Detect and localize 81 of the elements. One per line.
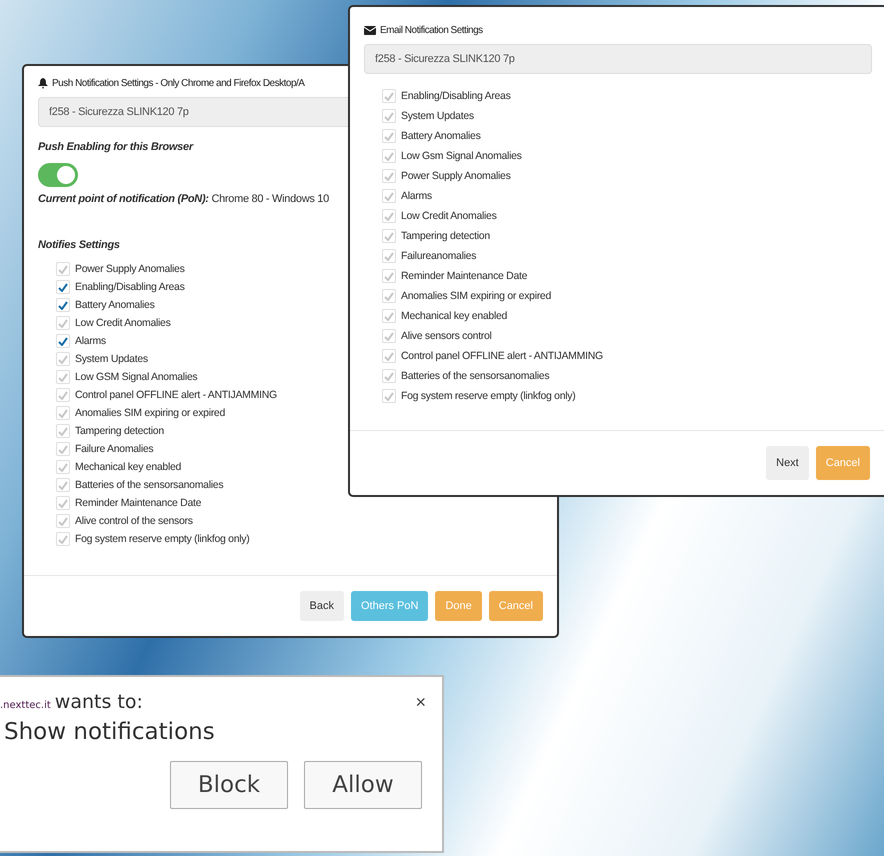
checkbox[interactable] [56,388,70,402]
dialog-button[interactable]: Next [766,446,809,480]
checkbox-label: Enabling/Disabling Areas [75,281,185,293]
checkbox-label: Failure Anomalies [75,443,154,455]
checkbox-label: Low GSM Signal Anomalies [75,371,198,383]
checkbox-label: Fog system reserve empty (linkfog only) [401,390,576,402]
checkbox[interactable] [56,406,70,420]
checkbox[interactable] [382,169,396,183]
checkbox-label: Mechanical key enabled [401,310,508,322]
checkbox[interactable] [56,460,70,474]
checkbox[interactable] [382,269,396,283]
bell-icon [38,78,48,89]
push-enabling-label: Push Enabling for this Browser [38,141,195,153]
dialog-title: Push Notification Settings - Only Chrome and Firefox Desktop/A [52,78,304,89]
checkbox[interactable] [56,298,70,312]
checkbox[interactable] [382,89,396,103]
checkbox[interactable] [56,334,70,348]
checkbox-label: Anomalies SIM expiring or expired [401,290,552,302]
popup-button[interactable]: Allow [304,761,422,809]
checkbox-label: Low Credit Anomalies [75,317,171,329]
checkbox[interactable] [56,316,70,330]
checkbox-label: Battery Anomalies [401,130,481,142]
checkbox[interactable] [56,532,70,546]
checkbox-label: System Updates [75,353,148,365]
dialog-button[interactable]: Back [300,591,344,621]
checkbox-label: Tampering detection [401,230,490,242]
device-field[interactable]: f258 - Sicurezza SLINK120 7p [364,44,872,74]
checkbox[interactable] [382,309,396,323]
checkbox[interactable] [382,209,396,223]
checkbox-label: Tampering detection [75,425,164,437]
checkbox-label: Low Credit Anomalies [401,210,497,222]
checkbox[interactable] [382,189,396,203]
checkbox-label: Mechanical key enabled [75,461,182,473]
checkbox-label: Power Supply Anomalies [75,263,185,275]
pon-label: Current point of notification (PoN): [38,193,209,205]
checkbox[interactable] [56,442,70,456]
checkbox[interactable] [56,262,70,276]
checkbox[interactable] [56,496,70,510]
checkbox[interactable] [56,424,70,438]
checkbox[interactable] [382,349,396,363]
checkbox-label: Batteries of the sensorsanomalies [75,479,224,491]
checkbox-label: Fog system reserve empty (linkfog only) [75,533,250,545]
checkbox-label: System Updates [401,110,474,122]
close-button[interactable]: × [415,692,426,713]
checkbox-label: Alarms [401,190,432,202]
popup-button[interactable]: Block [170,761,288,809]
checkbox-label: Low Gsm Signal Anomalies [401,150,522,162]
checkbox[interactable] [56,478,70,492]
checkbox-label: Battery Anomalies [75,299,155,311]
site-name: .nexttec.it [0,700,51,711]
checkbox[interactable] [382,329,396,343]
checkbox[interactable] [382,289,396,303]
checkbox-label: Alive sensors control [401,330,492,342]
popup-heading: wants to: [54,691,143,713]
checkbox-label: Anomalies SIM expiring or expired [75,407,226,419]
checkbox[interactable] [56,514,70,528]
checkbox[interactable] [56,352,70,366]
checkbox-label: Reminder Maintenance Date [75,497,202,509]
pon-value: Chrome 80 - Windows 10 [211,193,329,205]
checkbox-label: Reminder Maintenance Date [401,270,528,282]
checkbox[interactable] [382,249,396,263]
envelope-icon [364,26,376,35]
checkbox[interactable] [382,389,396,403]
checkbox[interactable] [56,370,70,384]
checkbox[interactable] [56,280,70,294]
checkbox[interactable] [382,229,396,243]
checkbox-label: Failureanomalies [401,250,476,262]
checkbox-label: Power Supply Anomalies [401,170,511,182]
dialog-title: Email Notification Settings [380,25,483,36]
checkbox-label: Alive control of the sensors [75,515,193,527]
checkbox-label: Batteries of the sensorsanomalies [401,370,550,382]
checkbox-label: Control panel OFFLINE alert - ANTIJAMMING [75,389,277,401]
checkbox[interactable] [382,369,396,383]
checkbox[interactable] [382,149,396,163]
section-heading: Notifies Settings [38,239,121,251]
checkbox[interactable] [382,129,396,143]
checkbox-label: Alarms [75,335,106,347]
checkbox-label: Control panel OFFLINE alert - ANTIJAMMING [401,350,603,362]
push-toggle[interactable] [38,163,78,187]
checkbox[interactable] [382,109,396,123]
permission-request: Show notifications [3,719,216,745]
